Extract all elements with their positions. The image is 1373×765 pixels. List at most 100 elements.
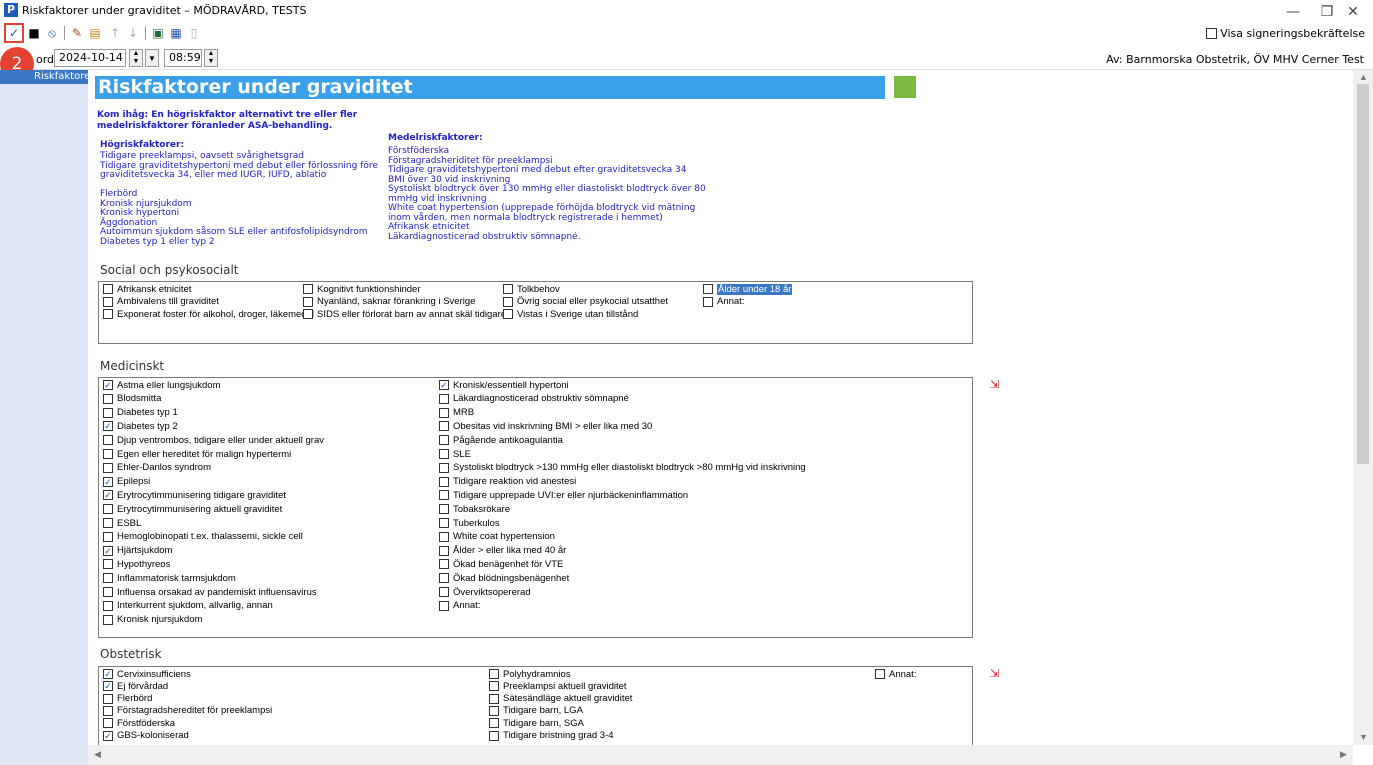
medical-checkbox-item[interactable]: Egen eller hereditet för malign hyperter… (103, 448, 291, 460)
social-checkbox-item[interactable]: Övrig social eller psykocial utsatthet (503, 296, 668, 308)
checkbox[interactable] (103, 407, 113, 418)
obstetric-checkbox-item[interactable]: Tidigare barn, LGA (489, 705, 583, 717)
medical-checkbox-item[interactable]: Influensa orsakad av pandemiskt influens… (103, 586, 317, 598)
medical-checkbox-item[interactable]: SLE (439, 448, 471, 460)
checkbox[interactable] (439, 559, 449, 570)
checkbox[interactable] (103, 518, 113, 528)
medical-checkbox-item[interactable]: MRB (439, 407, 474, 419)
social-checkbox-item[interactable]: Annat: (703, 296, 744, 308)
checkbox[interactable] (489, 705, 499, 716)
medical-checkbox-item[interactable]: ✓ Kronisk/essentiell hypertoni (439, 379, 569, 391)
medical-checkbox-item[interactable]: ✓ Epilepsi (103, 476, 150, 488)
time-field[interactable]: 08:59 (164, 49, 202, 67)
checkbox[interactable] (489, 718, 499, 729)
checkbox[interactable] (439, 435, 449, 446)
medical-checkbox-item[interactable]: Ökad blödningsbenägenhet (439, 572, 569, 584)
obstetric-checkbox-item[interactable]: Förstföderska (103, 717, 175, 729)
obstetric-checkbox-item[interactable]: Tidigare barn, SGA (489, 717, 584, 729)
obstetric-checkbox-item[interactable]: Flerbörd (103, 693, 152, 705)
checkbox[interactable] (703, 296, 713, 307)
checkbox[interactable] (303, 284, 313, 294)
obstetric-checkbox-item[interactable]: Polyhydramnios (489, 668, 571, 680)
medical-checkbox-item[interactable]: Systoliskt blodtryck >130 mmHg eller dia… (439, 462, 806, 474)
vertical-scrollbar[interactable]: ▲ ▼ (1353, 70, 1373, 745)
medical-checkbox-item[interactable]: White coat hypertension (439, 531, 555, 543)
checkbox[interactable] (439, 407, 449, 418)
checkbox[interactable]: ✓ (439, 380, 449, 390)
checkbox[interactable] (489, 730, 499, 741)
checkbox[interactable]: ✓ (103, 490, 113, 501)
checkbox[interactable] (103, 573, 113, 584)
checkbox[interactable] (303, 309, 313, 319)
checkbox[interactable] (103, 559, 113, 570)
social-checkbox-item[interactable]: Ambivalens till graviditet (103, 296, 219, 308)
medical-checkbox-item[interactable]: Läkardiagnosticerad obstruktiv sömnapné (439, 393, 629, 405)
save-icon[interactable]: ■ (26, 25, 42, 41)
medical-checkbox-item[interactable]: ✓ Erytrocytimmunisering tidigare gravidit… (103, 489, 286, 501)
sign-confirmation-checkbox[interactable]: Visa signeringsbekräftelse (1206, 27, 1365, 40)
medical-checkbox-item[interactable]: Ökad benägenhet för VTE (439, 558, 563, 570)
checkbox[interactable] (1206, 28, 1218, 39)
checkbox[interactable] (503, 309, 513, 319)
table-icon[interactable]: ▦ (168, 25, 184, 41)
checkbox[interactable]: ✓ (103, 421, 113, 432)
scroll-right-icon[interactable]: ▶ (1340, 749, 1347, 760)
medical-checkbox-item[interactable]: ✓ Astma eller lungsjukdom (103, 379, 221, 391)
medical-checkbox-item[interactable]: ✓ Hjärtsjukdom (103, 545, 172, 557)
checkbox[interactable] (103, 693, 113, 704)
time-spinner[interactable]: ▲ ▼ (204, 49, 218, 67)
medical-checkbox-item[interactable]: Erytrocytimmunisering aktuell graviditet (103, 503, 282, 515)
medical-checkbox-item[interactable]: Pågående antikoagulantia (439, 434, 563, 446)
checkbox[interactable] (103, 462, 113, 473)
social-checkbox-item[interactable]: Tolkbehov (503, 283, 560, 295)
scroll-up-icon[interactable]: ▲ (1359, 72, 1368, 82)
medical-checkbox-item[interactable]: ✓ Diabetes typ 2 (103, 420, 178, 432)
restore-icon[interactable]: ❐ (1317, 4, 1337, 20)
scroll-left-icon[interactable]: ◀ (94, 749, 101, 760)
cancel-icon[interactable]: ⦸ (44, 25, 60, 41)
medical-checkbox-item[interactable]: Kronisk njursjukdom (103, 614, 203, 626)
horizontal-scrollbar[interactable]: ◀ ▶ (88, 745, 1353, 765)
scroll-thumb[interactable] (1357, 84, 1369, 464)
medical-checkbox-item[interactable]: Interkurrent sjukdom, allvarlig, annan (103, 600, 273, 612)
checkbox[interactable] (103, 705, 113, 716)
checkbox[interactable]: ✓ (103, 730, 113, 741)
medical-checkbox-item[interactable]: Blodsmitta (103, 393, 161, 405)
date-spinner[interactable]: ▲ ▼ (129, 49, 143, 67)
date-field[interactable]: 2024-10-14 (54, 49, 126, 67)
obstetric-checkbox-item[interactable]: ✓ Ej förvårdad (103, 680, 168, 692)
close-icon[interactable]: ✕ (1343, 4, 1363, 20)
attach-icon[interactable]: ▤ (87, 25, 103, 41)
medical-checkbox-item[interactable]: ESBL (103, 517, 141, 529)
checkbox[interactable]: ✓ (103, 476, 113, 487)
obstetric-checkbox-item[interactable]: ✓ Cervixinsufficiens (103, 668, 191, 680)
arrow-up-icon[interactable]: ↑ (107, 25, 123, 41)
checkbox[interactable] (439, 573, 449, 584)
medical-checkbox-item[interactable]: Hypothyreos (103, 558, 170, 570)
medical-checkbox-item[interactable]: Obesitas vid inskrivning BMI > eller lik… (439, 420, 652, 432)
checkbox[interactable] (103, 718, 113, 729)
social-checkbox-item[interactable]: Afrikansk etnicitet (103, 283, 191, 295)
social-checkbox-item[interactable]: Exponerat foster för alkohol, droger, lä… (103, 308, 314, 320)
checkbox[interactable] (503, 296, 513, 307)
checkbox[interactable] (489, 693, 499, 704)
checkbox[interactable] (103, 531, 113, 542)
checkbox[interactable]: ✓ (103, 545, 113, 556)
checkbox[interactable] (439, 490, 449, 501)
medical-checkbox-item[interactable]: Ehler-Danlos syndrom (103, 462, 211, 474)
checkbox[interactable] (439, 393, 449, 404)
checkbox[interactable] (503, 284, 513, 294)
checkbox[interactable] (303, 296, 313, 307)
checkbox[interactable] (439, 518, 449, 528)
medical-checkbox-item[interactable]: Diabetes typ 1 (103, 407, 178, 419)
checkbox[interactable] (103, 393, 113, 404)
medical-checkbox-item[interactable]: Tobaksrökare (439, 503, 510, 515)
social-checkbox-item[interactable]: Nyanländ, saknar förankring i Sverige (303, 296, 475, 308)
obstetric-checkbox-item[interactable]: ✓ GBS-koloniserad (103, 730, 189, 742)
medical-checkbox-item[interactable]: Hemoglobinopati t.ex. thalassemi, sickle… (103, 531, 303, 543)
checkbox[interactable] (489, 681, 499, 692)
checkbox[interactable]: ✓ (103, 681, 113, 692)
checkbox[interactable] (103, 504, 113, 515)
social-checkbox-item[interactable]: Vistas i Sverige utan tillstånd (503, 308, 638, 320)
arrow-down-icon[interactable]: ↓ (125, 25, 141, 41)
